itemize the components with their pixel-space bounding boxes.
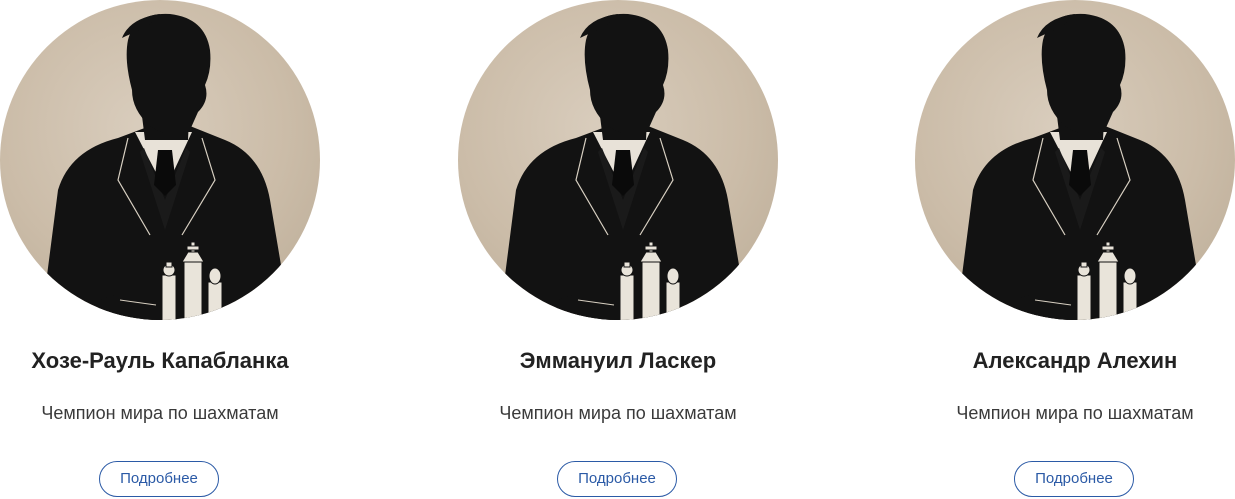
chess-player-silhouette-icon [0,0,320,320]
chess-player-silhouette-icon [458,0,778,320]
player-name: Хозе-Рауль Капабланка [31,348,289,373]
player-card: Александр Алехин Чемпион мира по шахмата… [915,0,1235,499]
details-button[interactable]: Подробнее [1014,461,1134,497]
player-title: Чемпион мира по шахматам [956,403,1194,423]
player-card: Хозе-Рауль Капабланка Чемпион мира по ша… [0,0,320,499]
player-title: Чемпион мира по шахматам [499,403,737,423]
details-button[interactable]: Подробнее [99,461,219,497]
details-button[interactable]: Подробнее [557,461,677,497]
player-name: Эммануил Ласкер [519,348,717,373]
player-title: Чемпион мира по шахматам [41,403,279,423]
player-card: Эммануил Ласкер Чемпион мира по шахматам… [458,0,778,499]
chess-player-silhouette-icon [915,0,1235,320]
player-name: Александр Алехин [972,348,1178,373]
